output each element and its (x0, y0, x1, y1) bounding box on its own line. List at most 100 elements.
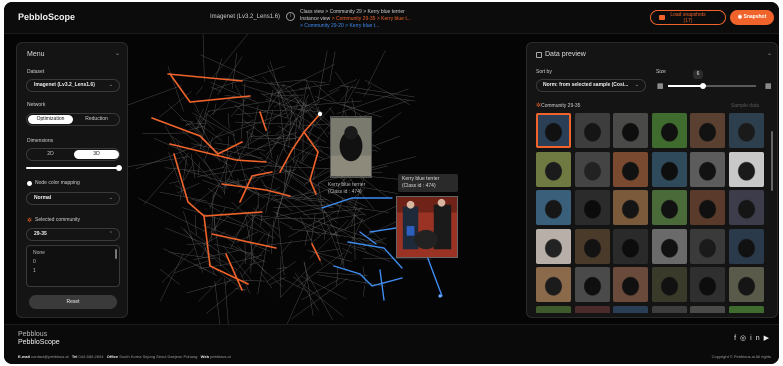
thumbnail-image[interactable] (728, 113, 764, 148)
snapshot-folder-icon (659, 15, 665, 20)
thumbnail-image[interactable] (690, 267, 725, 302)
community-option[interactable]: None (27, 249, 119, 258)
community-select[interactable]: 29-35 ⌃ (26, 228, 120, 241)
graph-edge (208, 204, 220, 212)
thumbnail-image[interactable] (613, 305, 648, 313)
email-value[interactable]: contact@pebblous.ai (31, 354, 68, 359)
class-view-path[interactable]: > Community 29 > Kerry blue terrier (325, 9, 404, 15)
thumbnail-image[interactable] (651, 267, 687, 302)
collapse-preview-icon[interactable]: ⌄ (767, 50, 772, 57)
community-option[interactable]: 0 (27, 258, 119, 267)
collapse-menu-icon[interactable]: ⌄ (115, 50, 120, 57)
thumbnail-image[interactable] (574, 305, 610, 313)
dataset-label: Dataset (27, 69, 45, 75)
thumbnail-image[interactable] (536, 113, 571, 148)
graph-edge (260, 272, 273, 289)
network-option-optimization[interactable]: Optimization (28, 115, 73, 124)
community-option[interactable]: 1 (27, 267, 119, 276)
thumbnail-image[interactable] (690, 228, 725, 264)
graph-edge (161, 247, 196, 283)
graph-edge (204, 130, 224, 147)
sort-by-label: Sort by (536, 69, 552, 75)
graph-edge (264, 89, 274, 125)
size-slider-handle[interactable] (700, 83, 707, 89)
community-list[interactable]: None 0 1 (26, 245, 120, 287)
info-icon[interactable]: i (286, 12, 295, 21)
slider-handle[interactable] (116, 165, 122, 171)
thumbnail-image[interactable] (613, 190, 648, 225)
load-snapshots-button[interactable]: Load snapshots (17) (650, 10, 726, 25)
graph-edge (234, 84, 244, 102)
thumbnail-image[interactable] (651, 228, 687, 264)
small-grid-icon[interactable]: ▦ (657, 82, 664, 90)
size-slider[interactable] (668, 83, 756, 89)
reset-button[interactable]: Reset (29, 295, 117, 309)
web-value[interactable]: pebblous.ai (210, 354, 230, 359)
app-logo[interactable]: PebbloScope (18, 12, 75, 22)
thumbnail-image[interactable] (613, 151, 648, 187)
instance-view-path-secondary[interactable]: > Community 29-20 > Kerry blue t... (300, 23, 379, 29)
thumbnail-image[interactable] (574, 267, 610, 302)
thumbnail-image[interactable] (651, 190, 687, 225)
dimensions-toggle: 2D 3D (26, 148, 120, 161)
graph-edge (224, 278, 229, 324)
thumbnail-image[interactable] (728, 151, 764, 187)
youtube-icon[interactable]: ▶ (764, 335, 773, 342)
graph-edge (240, 82, 246, 140)
linkedin-icon[interactable]: in (750, 335, 763, 342)
thumbnail-image[interactable] (651, 151, 687, 187)
instagram-icon[interactable]: ◎ (740, 335, 750, 342)
graph-edge (180, 119, 193, 123)
hovered-sample-image[interactable] (396, 196, 458, 258)
thumbnail-image[interactable] (728, 267, 764, 302)
thumbnail-image[interactable] (690, 305, 725, 313)
chevron-up-icon: ⌃ (108, 231, 113, 237)
instance-view-path[interactable]: > Community 29-35 > Kerry blue t... (332, 16, 411, 22)
thumbnail-image[interactable] (651, 305, 687, 313)
menu-panel: Menu ⌄ Dataset Imagenet (Lv3.2_Lens1.6) … (16, 42, 128, 318)
dimension-option-3d[interactable]: 3D (74, 150, 119, 159)
graph-edge (213, 103, 217, 115)
large-grid-icon[interactable]: ▦ (765, 82, 772, 90)
graph-edge (214, 281, 220, 324)
thumbnail-image[interactable] (613, 113, 648, 148)
dataset-select[interactable]: Imagenet (Lv3.2_Lens1.6) ⌄ (26, 79, 120, 92)
node-color-radio[interactable] (27, 181, 32, 186)
thumbnail-image[interactable] (728, 190, 764, 225)
thumbnail-image[interactable] (690, 190, 725, 225)
thumbnail-image[interactable] (728, 305, 764, 313)
sort-select[interactable]: Norm: from selected sample (Cosi... ⌄ (536, 79, 646, 92)
graph-edge (335, 242, 366, 250)
thumbnail-image[interactable] (690, 151, 725, 187)
thumbnail-image[interactable] (574, 190, 610, 225)
thumbnail-image[interactable] (613, 228, 648, 264)
thumbnail-image[interactable] (613, 267, 648, 302)
preview-scrollbar[interactable] (771, 131, 773, 191)
data-preview-title: Data preview (545, 51, 586, 58)
thumbnail-image[interactable] (574, 151, 610, 187)
snapshot-button[interactable]: ◉ Snapshot (730, 10, 774, 25)
dimension-slider[interactable] (26, 165, 122, 171)
network-option-reduction[interactable]: Reduction (74, 115, 119, 124)
thumbnail-image[interactable] (690, 113, 725, 148)
graph-edge (231, 201, 272, 238)
class-view-label: Class view (300, 9, 324, 15)
graph-edge (351, 207, 357, 227)
selected-sample-image[interactable] (330, 116, 372, 178)
thumbnail-image[interactable] (536, 228, 571, 264)
thumbnail-image[interactable] (574, 228, 610, 264)
node-color-select[interactable]: Normal ⌄ (26, 192, 120, 205)
thumbnail-image[interactable] (728, 228, 764, 264)
tooltip-secondary-title: Kerry blue terrier (328, 182, 366, 188)
graph-edge (346, 206, 387, 246)
list-scrollbar[interactable] (115, 249, 117, 259)
thumbnail-image[interactable] (651, 113, 687, 148)
thumbnail-image[interactable] (536, 267, 571, 302)
thumbnail-image[interactable] (536, 305, 571, 313)
thumbnail-image[interactable] (536, 151, 571, 187)
thumbnail-image[interactable] (536, 190, 571, 225)
graph-edge (191, 153, 196, 179)
thumbnail-image[interactable] (574, 113, 610, 148)
graph-edge (296, 251, 345, 288)
dimension-option-2d[interactable]: 2D (28, 150, 73, 159)
